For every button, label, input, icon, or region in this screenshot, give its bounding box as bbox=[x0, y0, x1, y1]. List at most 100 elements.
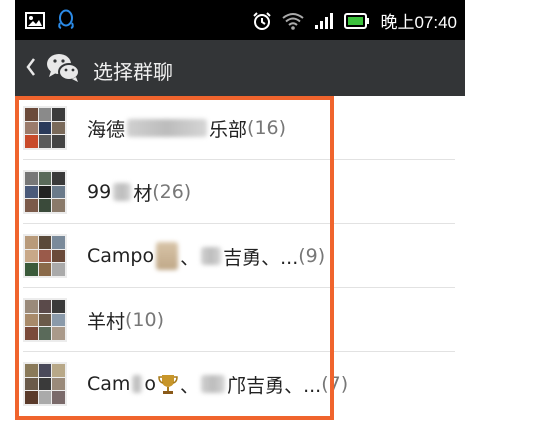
redacted-blur bbox=[113, 183, 132, 201]
group-member-count: (16) bbox=[247, 117, 287, 139]
member-avatar-thumb bbox=[25, 300, 38, 313]
page-title: 选择群聊 bbox=[93, 60, 173, 84]
alarm-icon bbox=[253, 11, 272, 30]
member-avatar-thumb bbox=[52, 199, 65, 212]
member-avatar-thumb bbox=[38, 391, 52, 404]
member-avatar-thumb bbox=[52, 391, 65, 404]
member-avatar-thumb bbox=[25, 185, 38, 199]
redacted-blur bbox=[201, 247, 222, 265]
member-avatar-thumb bbox=[38, 263, 52, 276]
group-name: 羊村 (10) bbox=[87, 307, 164, 334]
member-avatar-thumb bbox=[25, 364, 38, 377]
member-avatar-thumb bbox=[52, 377, 65, 391]
group-name-mid: 邝吉勇 bbox=[227, 374, 285, 397]
member-avatar-thumb bbox=[52, 185, 65, 199]
member-avatar-thumb bbox=[52, 236, 65, 249]
phone-screen: 晚上07:40 选择群聊 海德 乐部 (16) 99 材 (26) Campo … bbox=[15, 0, 465, 433]
group-name: Campo 、 吉勇 、... (9) bbox=[87, 242, 325, 270]
status-left bbox=[25, 9, 75, 31]
group-item[interactable]: Campo 、 吉勇 、... (9) bbox=[15, 224, 465, 288]
member-avatar-thumb bbox=[25, 377, 38, 391]
member-avatar-thumb bbox=[52, 300, 65, 313]
member-avatar-thumb bbox=[38, 236, 52, 249]
member-avatar-thumb bbox=[52, 135, 65, 148]
group-member-count: (9) bbox=[298, 245, 326, 267]
member-avatar-thumb bbox=[25, 135, 38, 148]
member-avatar-thumb bbox=[38, 121, 52, 135]
chevron-left-icon bbox=[26, 58, 35, 76]
group-name-mid: 吉勇 bbox=[223, 246, 262, 269]
group-member-count: (7) bbox=[321, 373, 349, 395]
group-chat-list: 海德 乐部 (16) 99 材 (26) Campo 、 吉勇 、... (9)… bbox=[15, 96, 465, 416]
member-avatar-thumb bbox=[38, 108, 52, 121]
member-avatar-thumb bbox=[25, 236, 38, 249]
group-avatar bbox=[23, 106, 67, 150]
trophy-icon bbox=[158, 375, 178, 394]
group-name-part: o bbox=[144, 373, 157, 395]
member-avatar-thumb bbox=[38, 172, 52, 185]
group-name-start: Campo bbox=[87, 245, 155, 267]
qq-icon bbox=[58, 9, 74, 29]
member-avatar-thumb bbox=[25, 391, 38, 404]
member-avatar-thumb bbox=[38, 364, 52, 377]
member-avatar-thumb bbox=[52, 263, 65, 276]
status-time: 晚上07:40 bbox=[380, 13, 457, 32]
group-member-count: (26) bbox=[152, 181, 192, 203]
member-avatar-thumb bbox=[38, 300, 52, 313]
back-button[interactable] bbox=[25, 56, 37, 84]
wifi-icon bbox=[282, 12, 305, 30]
image-icon bbox=[25, 11, 45, 29]
member-avatar-thumb bbox=[52, 313, 65, 327]
group-name-start: Cam bbox=[87, 373, 131, 395]
group-name: 海德 乐部 (16) bbox=[87, 115, 286, 142]
member-avatar-thumb bbox=[38, 249, 52, 263]
group-name: 99 材 (26) bbox=[87, 179, 191, 206]
group-name-ellipsis: 、... bbox=[261, 246, 299, 269]
group-item[interactable]: 羊村 (10) bbox=[15, 288, 465, 352]
status-bar: 晚上07:40 bbox=[15, 0, 465, 40]
group-name-sep: 、 bbox=[180, 246, 200, 269]
group-item[interactable]: Cam o 、 邝吉勇 、... (7) bbox=[15, 352, 465, 416]
member-avatar-thumb bbox=[25, 313, 38, 327]
group-name-sep: 、 bbox=[180, 374, 200, 397]
member-avatar-thumb bbox=[38, 135, 52, 148]
member-avatar-thumb bbox=[52, 172, 65, 185]
title-bar: 选择群聊 bbox=[15, 40, 465, 96]
group-name: Cam o 、 邝吉勇 、... (7) bbox=[87, 371, 348, 398]
member-avatar-thumb bbox=[25, 327, 38, 340]
redacted-emoji bbox=[156, 242, 179, 270]
redacted-blur bbox=[201, 375, 226, 393]
group-name-end: 材 bbox=[133, 182, 153, 205]
member-avatar-thumb bbox=[52, 249, 65, 263]
wechat-icon bbox=[47, 54, 80, 82]
group-avatar bbox=[23, 362, 67, 406]
group-name-start: 99 bbox=[87, 181, 112, 203]
member-avatar-thumb bbox=[25, 199, 38, 212]
group-item[interactable]: 海德 乐部 (16) bbox=[15, 96, 465, 160]
member-avatar-thumb bbox=[38, 313, 52, 327]
member-avatar-thumb bbox=[25, 108, 38, 121]
group-avatar bbox=[23, 234, 67, 278]
group-name-start: 羊村 bbox=[87, 310, 126, 333]
group-member-count: (10) bbox=[125, 309, 165, 331]
member-avatar-thumb bbox=[52, 121, 65, 135]
member-avatar-thumb bbox=[25, 263, 38, 276]
member-avatar-thumb bbox=[38, 327, 52, 340]
member-avatar-thumb bbox=[25, 121, 38, 135]
group-name-start: 海德 bbox=[87, 118, 126, 141]
redacted-blur bbox=[127, 119, 208, 137]
group-avatar bbox=[23, 170, 67, 214]
battery-icon bbox=[344, 12, 370, 29]
member-avatar-thumb bbox=[38, 185, 52, 199]
member-avatar-thumb bbox=[38, 377, 52, 391]
member-avatar-thumb bbox=[52, 108, 65, 121]
member-avatar-thumb bbox=[52, 364, 65, 377]
redacted-blur bbox=[132, 375, 143, 393]
member-avatar-thumb bbox=[38, 199, 52, 212]
group-name-end: 乐部 bbox=[209, 118, 248, 141]
member-avatar-thumb bbox=[52, 327, 65, 340]
member-avatar-thumb bbox=[25, 172, 38, 185]
group-item[interactable]: 99 材 (26) bbox=[15, 160, 465, 224]
status-right: 晚上07:40 bbox=[252, 8, 457, 33]
signal-icon bbox=[315, 12, 334, 29]
